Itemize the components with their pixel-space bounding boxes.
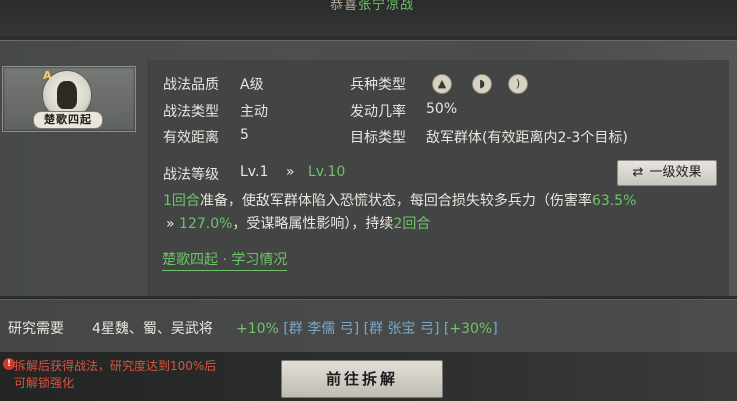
trigger-rate-label: 发动几率 xyxy=(350,104,406,120)
max-level: Lv.10 xyxy=(308,164,346,180)
hero-zhangbao[interactable]: 群 张宝 弓 xyxy=(369,321,434,337)
effect-button-label: 一级效果 xyxy=(649,165,702,180)
bracket-close: ] xyxy=(433,321,440,337)
research-bonuses: +10% [群 李儒 弓] [群 张宝 弓] [+30%] xyxy=(236,318,498,338)
bonus-10: +10% xyxy=(236,321,279,337)
quality-label: 战法品质 xyxy=(163,77,219,93)
damage-rate-min: 63.5% xyxy=(591,193,637,209)
bracket-close: ] xyxy=(492,321,498,337)
effect-level-button[interactable]: ⇄ 一级效果 xyxy=(617,160,717,186)
learning-status-link[interactable]: 楚歌四起 · 学习情况 xyxy=(162,249,288,271)
damage-rate-max: 127.0% xyxy=(179,216,233,232)
description-text-b: ，受谋略属性影响），持续 xyxy=(232,216,394,232)
upgrade-arrow-icon: » xyxy=(166,216,175,232)
duration-turns: 2回合 xyxy=(393,216,431,232)
skill-grade-badge: A xyxy=(43,69,52,82)
bonus-30: +30% xyxy=(449,321,493,337)
range-value: 5 xyxy=(240,127,249,143)
level-arrow-icon: » xyxy=(286,164,295,180)
trigger-rate-value: 50% xyxy=(426,101,458,117)
prep-turns: 1回合 xyxy=(163,193,200,209)
target-type-label: 目标类型 xyxy=(350,130,406,146)
notification-title: 恭喜张宁凉战 xyxy=(330,0,414,13)
go-dismantle-button[interactable]: 前往拆解 xyxy=(281,360,443,398)
warning-line-1: 拆解后获得战法，研究度达到100%后 xyxy=(14,359,217,373)
hero-liru[interactable]: 群 李儒 弓 xyxy=(289,321,354,337)
research-label: 研究需要 xyxy=(8,321,64,337)
bracket-close: ] xyxy=(353,321,360,337)
quality-value: A级 xyxy=(240,77,264,93)
warning-text: 拆解后获得战法，研究度达到100%后 可解锁强化 xyxy=(14,358,284,392)
skill-type-label: 战法类型 xyxy=(163,104,219,120)
warning-line-2: 可解锁强化 xyxy=(14,376,75,390)
skill-type-value: 主动 xyxy=(240,104,268,120)
target-type-value: 敌军群体(有效距离内2-3个目标) xyxy=(426,130,628,146)
shield-icon: ◗ xyxy=(472,74,492,94)
research-requirement: 4星魏、蜀、吴武将 xyxy=(92,321,213,337)
notification-highlight: 张宁凉战 xyxy=(358,0,415,13)
troop-type-label: 兵种类型 xyxy=(350,77,406,93)
skill-name-ribbon: 楚歌四起 xyxy=(33,111,103,129)
range-label: 有效距离 xyxy=(163,130,219,146)
bow-icon: ) xyxy=(508,74,528,94)
description-text-a: 准备，使敌军群体陷入恐慌状态，每回合损失较多兵力（伤害率 xyxy=(199,193,592,209)
notification-prefix: 恭喜 xyxy=(330,0,359,13)
description-line-2: » 127.0%，受谋略属性影响），持续2回合 xyxy=(166,213,430,233)
description-line-1: 1回合准备，使敌军群体陷入恐慌状态，每回合损失较多兵力（伤害率63.5% xyxy=(163,190,636,210)
current-level: Lv.1 xyxy=(240,164,269,180)
level-label: 战法等级 xyxy=(163,167,219,183)
cavalry-icon: ▲ xyxy=(432,74,452,94)
swap-icon: ⇄ xyxy=(632,165,644,180)
